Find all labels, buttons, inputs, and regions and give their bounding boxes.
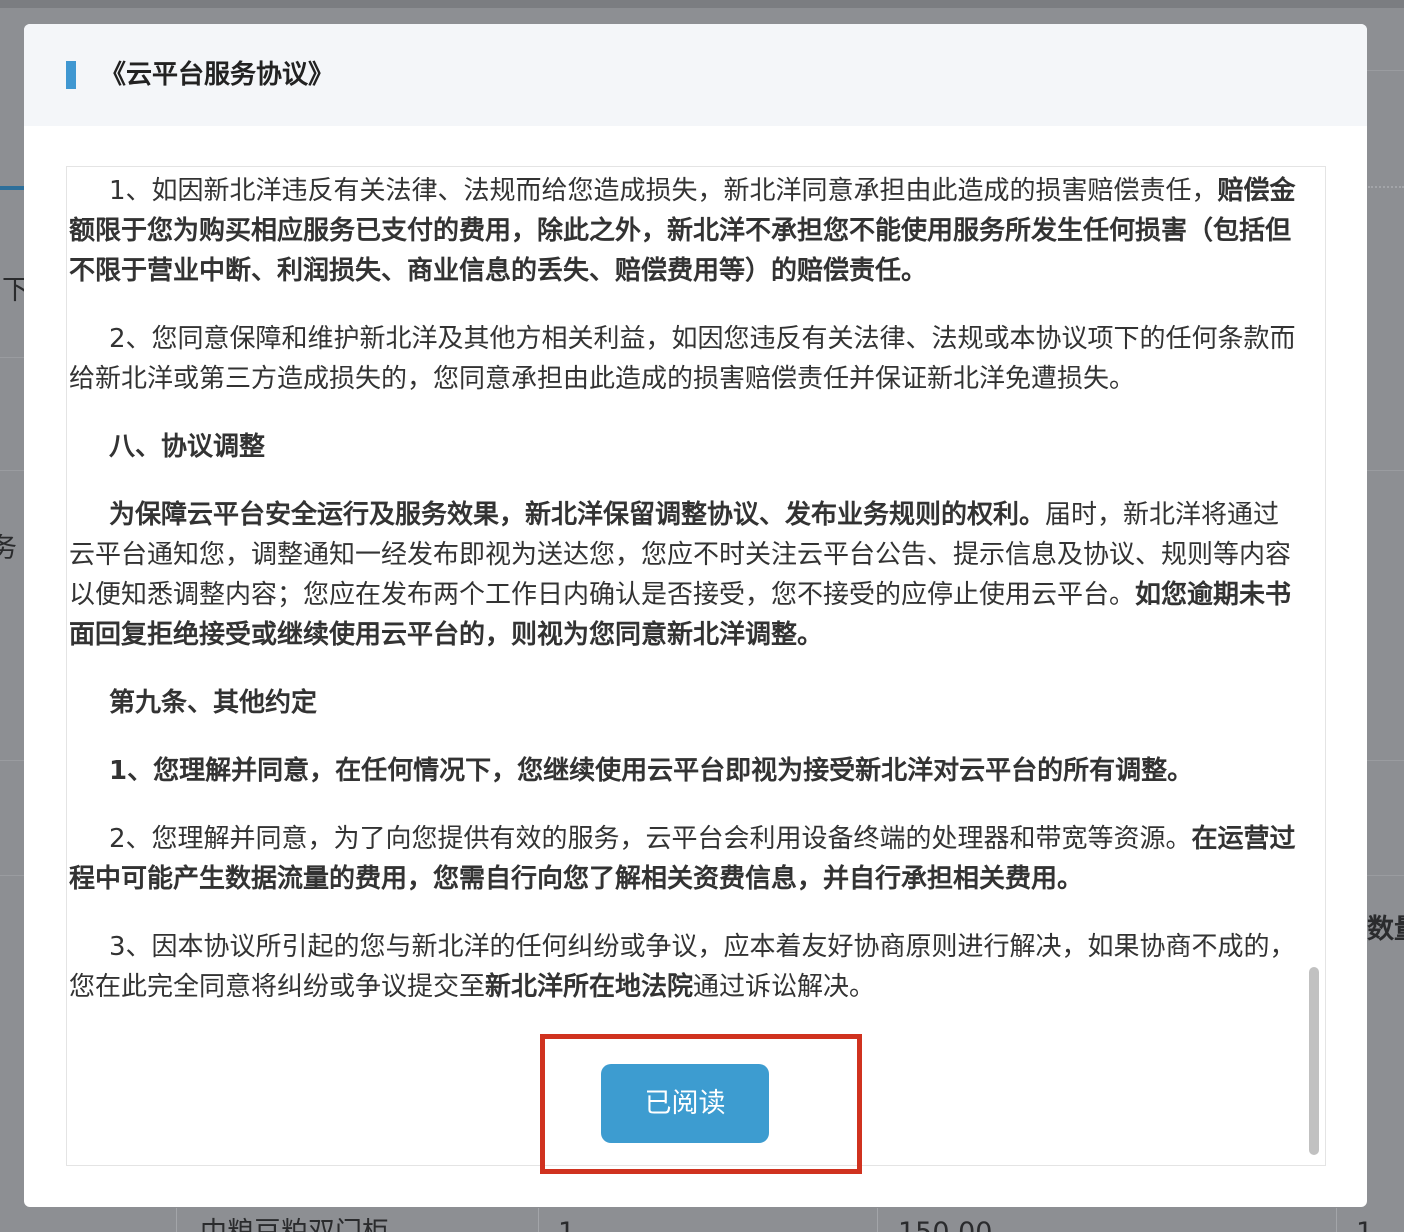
background-dotted-divider: [1368, 186, 1404, 188]
agreement-paragraph: 第九条、其他约定: [69, 683, 1301, 723]
background-cell: 1: [1356, 1218, 1373, 1232]
background-column-header: 数量: [1367, 914, 1404, 945]
background-cell: 中粮豆粕双门柜: [200, 1218, 389, 1232]
read-confirm-button[interactable]: 已阅读: [601, 1064, 769, 1143]
background-topbar: [0, 0, 1404, 8]
modal-title: 《云平台服务协议》: [100, 60, 335, 90]
background-divider: [0, 760, 24, 761]
agreement-paragraph: 1、如因新北洋违反有关法律、法规而给您造成损失，新北洋同意承担由此造成的损害赔偿…: [69, 171, 1301, 291]
background-table-row: 中粮豆粕双门柜 1 150.00 1: [176, 1208, 1404, 1232]
background-divider: [1367, 760, 1404, 761]
agreement-text-run: 为保障云平台安全运行及服务效果，新北洋保留调整协议、发布业务规则的权利。: [109, 500, 1046, 530]
agreement-text-run: 第九条、其他约定: [109, 688, 318, 718]
agreement-text-run: 2、您同意保障和维护新北洋及其他方相关利益，如因您违反有关法律、法规或本协议项下…: [69, 324, 1296, 394]
agreement-text-run: 2、您理解并同意，为了向您提供有效的服务，云平台会利用设备终端的处理器和带宽等资…: [109, 824, 1192, 854]
agreement-text-run: 八、协议调整: [109, 432, 266, 462]
agreement-scroll-area[interactable]: 1、如因新北洋违反有关法律、法规而给您造成损失，新北洋同意承担由此造成的损害赔偿…: [66, 166, 1326, 1166]
background-cell: 150.00: [898, 1218, 992, 1232]
agreement-paragraph: 八、协议调整: [69, 427, 1301, 467]
agreement-text-run: 新北洋所在地法院: [485, 972, 694, 1002]
background-divider: [1367, 70, 1404, 71]
background-divider: [0, 470, 24, 471]
background-divider: [0, 875, 24, 876]
scrollbar-thumb[interactable]: [1309, 967, 1319, 1155]
background-divider: [1367, 470, 1404, 471]
agreement-text-run: 1、您理解并同意，在任何情况下，您继续使用云平台即视为接受新北洋对云平台的所有调…: [109, 756, 1194, 786]
agreement-modal: 《云平台服务协议》 1、如因新北洋违反有关法律、法规而给您造成损失，新北洋同意承…: [24, 24, 1367, 1207]
title-accent-bar: [66, 61, 76, 89]
agreement-paragraph: 2、您同意保障和维护新北洋及其他方相关利益，如因您违反有关法律、法规或本协议项下…: [69, 319, 1301, 399]
background-cell: 1: [558, 1218, 575, 1232]
background-text-fragment: 务: [0, 533, 17, 564]
modal-header: 《云平台服务协议》: [24, 24, 1367, 126]
agreement-text-run: 1、如因新北洋违反有关法律、法规而给您造成损失，新北洋同意承担由此造成的损害赔偿…: [109, 176, 1218, 206]
agreement-paragraph: 3、因本协议所引起的您与新北洋的任何纠纷或争议，应本着友好协商原则进行解决，如果…: [69, 927, 1301, 1007]
agreement-paragraph: 1、您理解并同意，在任何情况下，您继续使用云平台即视为接受新北洋对云平台的所有调…: [69, 751, 1301, 791]
background-divider: [0, 357, 24, 358]
agreement-paragraph: 为保障云平台安全运行及服务效果，新北洋保留调整协议、发布业务规则的权利。届时，新…: [69, 495, 1301, 655]
background-divider: [1367, 875, 1404, 876]
agreement-paragraph: 2、您理解并同意，为了向您提供有效的服务，云平台会利用设备终端的处理器和带宽等资…: [69, 819, 1301, 899]
agreement-text: 1、如因新北洋违反有关法律、法规而给您造成损失，新北洋同意承担由此造成的损害赔偿…: [69, 171, 1301, 1035]
agreement-text-run: 通过诉讼解决。: [693, 972, 876, 1002]
background-active-tab-indicator: [0, 186, 24, 190]
